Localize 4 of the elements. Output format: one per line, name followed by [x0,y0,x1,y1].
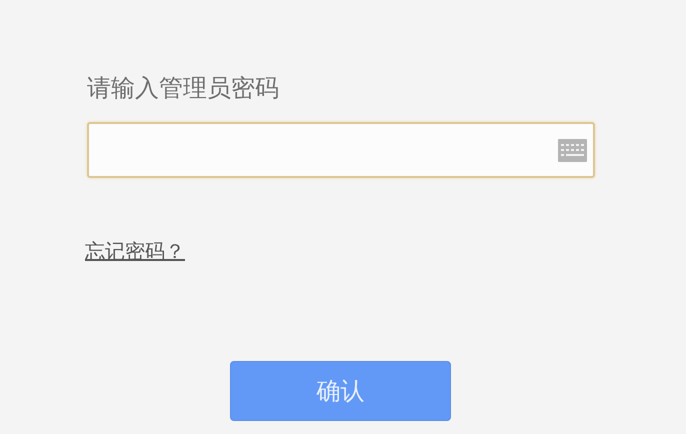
password-prompt: 请输入管理员密码 [87,73,280,104]
keyboard-icon[interactable] [558,138,587,162]
forgot-password-link[interactable]: 忘记密码？ [85,236,185,266]
password-field[interactable] [87,122,595,178]
